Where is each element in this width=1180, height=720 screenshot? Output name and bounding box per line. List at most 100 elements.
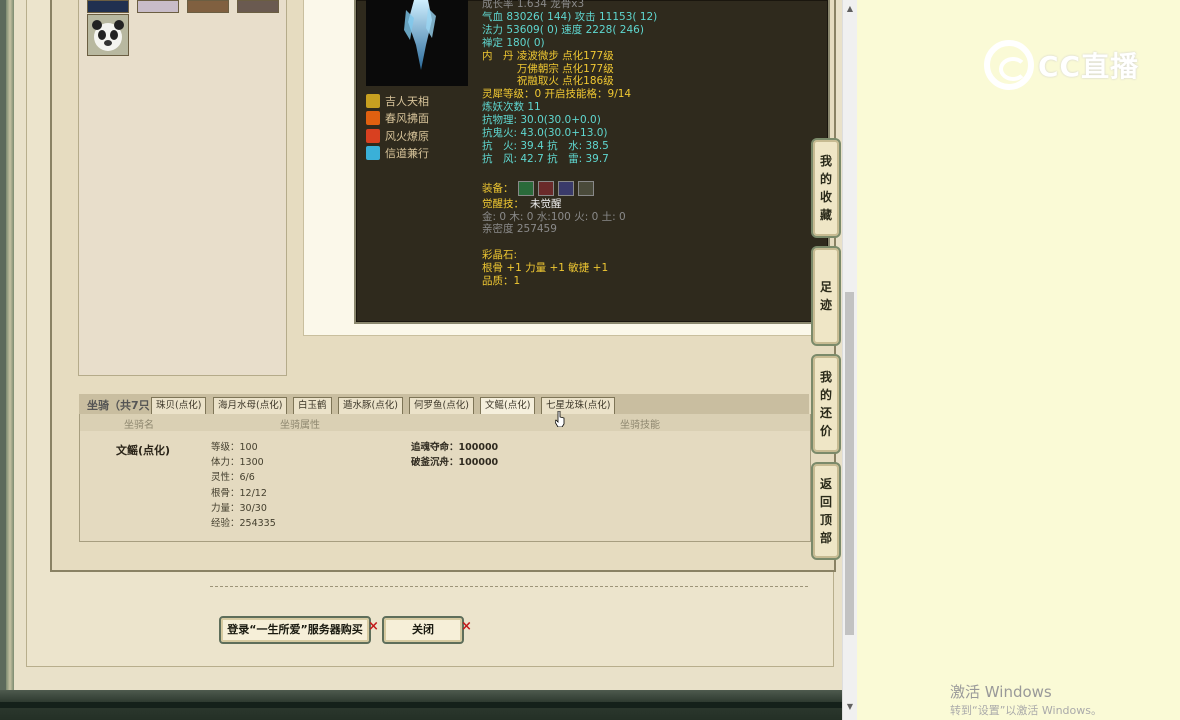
pet-stat-line: 祝融取火 点化186级 — [482, 75, 822, 88]
panda-avatar[interactable] — [87, 14, 129, 56]
activate-windows-subtitle: 转到“设置”以激活 Windows。 — [950, 704, 1102, 717]
mount-skill: 追魂夺命：100000 — [411, 442, 499, 453]
vertical-scrollbar[interactable]: ▲ ▼ — [842, 0, 857, 720]
tab-mount[interactable]: 白玉鹤 — [293, 397, 332, 414]
pet-stat-text: 法力 53609( 0) 速度 2228( 246) — [482, 23, 644, 36]
pet-stat-text: 抗物理: 30.0(30.0+0.0) — [482, 114, 601, 127]
pet-stat-line: 抗 火: 39.4 抗 水: 38.5 — [482, 140, 822, 153]
pet-stat-line: 亲密度 257459 — [482, 223, 822, 236]
side-button-char: 藏 — [819, 208, 832, 222]
pet-stat-line: 抗 风: 42.7 抗 雷: 39.7 — [482, 153, 822, 166]
pet-skill[interactable]: 吉人天相 — [366, 92, 429, 110]
pet-avatar[interactable] — [187, 0, 229, 13]
side-button-char: 迹 — [819, 298, 832, 312]
mount-skills: 追魂夺命：100000 破釜沉舟：100000 — [411, 440, 498, 470]
pet-stat-text: 觉醒技： — [482, 197, 524, 210]
pet-stat-text: 亲密度 257459 — [482, 223, 557, 236]
login-purchase-button[interactable]: 登录“一生所爱”服务器购买 — [219, 616, 371, 644]
side-button-char: 的 — [819, 172, 832, 186]
mount-attribute: 等级：100 — [211, 442, 258, 453]
equipment-slot-icon[interactable] — [517, 180, 534, 196]
pet-stat-text: 彩晶石: — [482, 249, 518, 262]
lucky-icon — [366, 93, 380, 108]
tab-mount[interactable]: 何罗鱼(点化) — [409, 397, 474, 414]
mount-attribute: 灵性：6/6 — [211, 472, 255, 484]
pet-skill-label: 吉人天相 — [385, 94, 429, 108]
side-button-char: 我 — [819, 154, 832, 168]
tab-mount[interactable]: 海月水母(点化) — [213, 397, 288, 414]
pet-skill-list: 吉人天相 春风拂面 风火燎原 信道兼行 — [366, 92, 429, 162]
pet-stat-line: 万佛朝宗 点化177级 — [482, 63, 822, 76]
frame-left-border — [6, 0, 14, 690]
side-button-char: 部 — [819, 531, 832, 545]
scroll-down-arrow-icon[interactable]: ▼ — [843, 700, 857, 714]
mount-name: 文鳐(点化) — [116, 444, 171, 457]
pet-stats: 成长率 1.634 龙骨x3 气血 83026( 144) 攻击 11153( 1… — [482, 0, 822, 288]
mount-attribute: 根骨：12/12 — [211, 487, 267, 499]
pet-stat-line: 根骨 +1 力量 +1 敏捷 +1 — [482, 262, 822, 275]
pet-info-tooltip: 吉人天相 春风拂面 风火燎原 信道兼行 成长率 1.634 龙骨x3 气血 830… — [354, 0, 830, 324]
back-to-top-button[interactable]: 返 回 顶 部 — [811, 462, 841, 560]
side-button-char: 回 — [819, 495, 832, 509]
pet-stat-text: 禅定 180( 0) — [482, 36, 545, 49]
pet-stat-text: 成长率 1.634 龙骨x3 — [482, 0, 585, 10]
pet-stat-line: 彩晶石: — [482, 249, 822, 262]
side-button-char: 我 — [819, 370, 832, 384]
pet-stat-line — [482, 236, 822, 249]
mount-count-label: 坐骑（共7只 — [87, 399, 150, 412]
scroll-up-arrow-icon[interactable]: ▲ — [843, 2, 857, 16]
equipment-slot-icon[interactable] — [537, 180, 554, 196]
pet-stat-line: 品质：1 — [482, 275, 822, 288]
pet-stat-line: 抗物理: 30.0(30.0+0.0) — [482, 114, 822, 127]
tab-mount[interactable]: 遁水豚(点化) — [338, 397, 403, 414]
my-bargain-button[interactable]: 我 的 还 价 — [811, 354, 841, 454]
pet-stat-line: 灵犀等级：0 开启技能格：9/14 — [482, 88, 822, 101]
scroll-thumb[interactable] — [845, 292, 854, 635]
pet-portrait — [366, 0, 468, 86]
pet-stat-line: 禅定 180( 0) — [482, 37, 822, 50]
pet-stat-line: 装备： — [482, 180, 822, 196]
pet-skill-label: 春风拂面 — [385, 112, 429, 126]
pet-stat-text: 根骨 +1 力量 +1 敏捷 +1 — [482, 262, 609, 275]
pet-stat-text: 金: 0 木: 0 水:100 火: 0 土: 0 — [482, 210, 626, 223]
pet-stat-line: 觉醒技： 未觉醒 — [482, 198, 822, 211]
column-attributes: 坐骑属性 — [280, 420, 320, 431]
window-bottom-bar — [0, 690, 842, 720]
pet-avatar[interactable] — [87, 0, 129, 13]
fire-icon — [366, 111, 380, 126]
speed-icon — [366, 146, 380, 161]
tab-mount[interactable]: 珠贝(点化) — [151, 397, 207, 414]
close-button[interactable]: 关闭 — [382, 616, 464, 644]
column-skills: 坐骑技能 — [620, 420, 660, 431]
mount-attribute: 经验：254335 — [211, 518, 276, 530]
divider — [210, 586, 808, 587]
pet-stat-text: 灵犀等级：0 开启技能格：9/14 — [482, 88, 632, 101]
pet-stat-text: 抗 火: 39.4 抗 水: 38.5 — [482, 139, 609, 152]
pet-avatar[interactable] — [237, 0, 279, 13]
pet-stat-line: 成长率 1.634 龙骨x3 — [482, 0, 822, 11]
mount-skill: 破釜沉舟：100000 — [411, 457, 499, 469]
mount-attribute: 力量：30/30 — [211, 502, 267, 514]
mount-table-header: 坐骑名 坐骑属性 坐骑技能 — [80, 414, 810, 431]
pet-skill[interactable]: 风火燎原 — [366, 127, 429, 145]
mount-tabs: 坐骑（共7只 珠贝(点化) 海月水母(点化) 白玉鹤 遁水豚(点化) 何罗鱼(点… — [79, 394, 809, 415]
blaze-icon — [366, 128, 380, 143]
equipment-slot-icon[interactable] — [577, 180, 594, 196]
pet-skill[interactable]: 信道兼行 — [366, 145, 429, 163]
footprints-button[interactable]: 足 迹 — [811, 246, 841, 346]
mount-attributes: 等级：100 体力：1300 灵性：6/6 根骨：12/12 力量：30/30 … — [211, 440, 276, 531]
cc-logo-text: CC直播 — [1038, 50, 1140, 83]
pet-skill-label: 风火燎原 — [385, 129, 429, 143]
pet-stat-text: 装备： — [482, 182, 514, 195]
pet-stat-text: 气血 83026( 144) 攻击 11153( 12) — [482, 10, 658, 23]
pet-avatar[interactable] — [137, 0, 179, 13]
tab-mount[interactable]: 七星龙珠(点化) — [541, 397, 616, 414]
close-x-icon: × — [461, 619, 472, 634]
tab-mount-active[interactable]: 文鳐(点化) — [480, 397, 536, 414]
equipment-slot-icon[interactable] — [557, 180, 574, 196]
cc-logo-icon — [984, 40, 1034, 90]
pet-skill[interactable]: 春风拂面 — [366, 110, 429, 128]
pet-stat-extra: 未觉醒 — [530, 197, 562, 210]
my-favorites-button[interactable]: 我 的 收 藏 — [811, 138, 841, 238]
pet-skill-label: 信道兼行 — [385, 147, 429, 161]
